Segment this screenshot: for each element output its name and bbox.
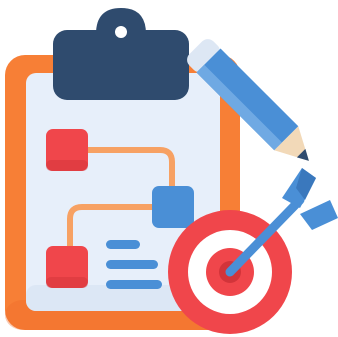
clip-body <box>53 30 189 100</box>
flow-node-red-top-shade <box>46 160 88 171</box>
text-line-1 <box>106 240 140 249</box>
text-line-2 <box>106 260 158 269</box>
flow-node-blue <box>152 186 194 228</box>
project-planning-icon <box>0 0 338 337</box>
clip-hole <box>115 26 127 38</box>
arrow-fletching-right <box>300 200 338 230</box>
text-line-3 <box>106 280 162 289</box>
clip-icon <box>53 8 189 100</box>
flow-node-red-bottom-shade <box>46 277 88 288</box>
